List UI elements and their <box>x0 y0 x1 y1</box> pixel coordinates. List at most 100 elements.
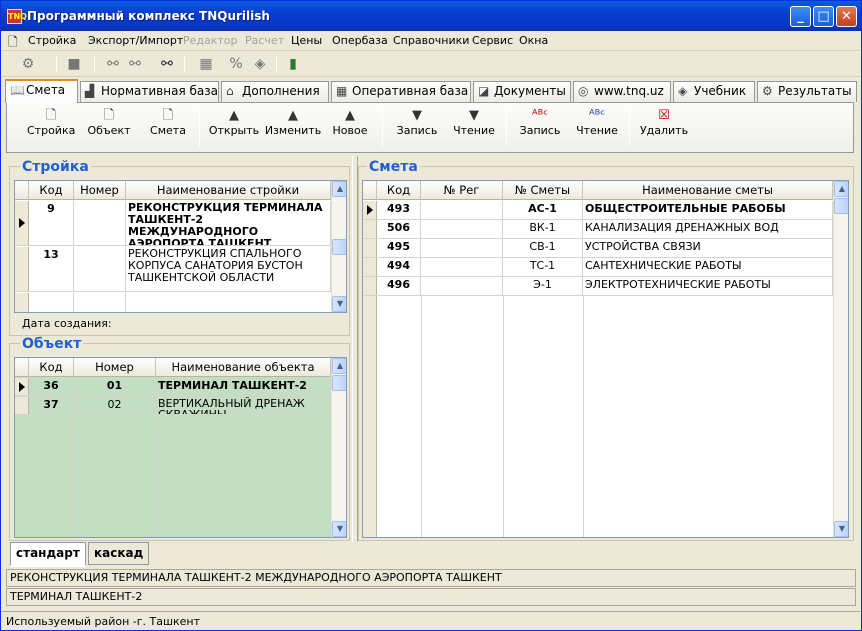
table-row[interactable]: 493 АС-1 ОБЩЕСТРОИТЕЛЬНЫЕ РАБОБЫ <box>363 201 833 220</box>
scroll-down-button[interactable]: ▼ <box>834 521 848 537</box>
tag-icon[interactable]: ◈ <box>252 56 268 72</box>
scroll-thumb[interactable] <box>834 198 848 214</box>
open-icon: ▲ <box>229 108 239 123</box>
table-row[interactable]: 506 ВК-1 КАНАЛИЗАЦИЯ ДРЕНАЖНЫХ ВОД <box>363 220 833 239</box>
new-document-icon: 🗋 <box>162 108 174 123</box>
scroll-up-button[interactable]: ▲ <box>332 181 346 197</box>
tab-cascade[interactable]: каскад <box>88 542 150 565</box>
new-smeta-button[interactable]: 🗋 Смета <box>144 107 192 137</box>
smeta-scrollbar[interactable]: ▲ ▼ <box>833 181 848 537</box>
cell-number <box>74 247 126 291</box>
maximize-button[interactable]: □ <box>813 6 834 27</box>
delete-button[interactable]: ☒ Удалить <box>639 107 689 137</box>
new-document-icon[interactable]: 🗋 <box>8 33 18 54</box>
scroll-down-button[interactable]: ▼ <box>332 296 346 312</box>
ribbon-separator <box>506 109 507 147</box>
column-header-number[interactable]: Номер <box>74 181 126 200</box>
cell-name: ВЕРТИКАЛЬНЫЙ ДРЕНАЖ СКВАЖИНЫ <box>156 397 331 414</box>
object-scrollbar[interactable]: ▲ ▼ <box>331 358 346 537</box>
abc-read-button[interactable]: ᴬᴮᶜ Чтение <box>573 107 621 137</box>
column-header-reg[interactable]: № Рег <box>421 181 503 200</box>
column-header-number[interactable]: Номер <box>74 358 156 377</box>
column-header-code[interactable]: Код <box>377 181 421 200</box>
column-header-code[interactable]: Код <box>29 358 74 377</box>
cell-name: КАНАЛИЗАЦИЯ ДРЕНАЖНЫХ ВОД <box>583 220 833 238</box>
abc-save-button[interactable]: ᴬᴮᶜ Запись <box>516 107 564 137</box>
scroll-thumb[interactable] <box>332 375 346 391</box>
menu-windows[interactable]: Окна <box>519 34 548 47</box>
binoculars-icon[interactable]: ⚯ <box>105 56 121 72</box>
open-button[interactable]: ▲ Открыть <box>207 107 261 137</box>
tab-website[interactable]: ◎ www.tnq.uz <box>573 81 671 102</box>
table-row[interactable]: 36 01 ТЕРМИНАЛ ТАШКЕНТ-2 <box>15 378 331 396</box>
title-bar[interactable]: TNQ Программный комплекс TNQurilish _ □ … <box>1 1 861 31</box>
new-object-button[interactable]: 🗋 Объект <box>85 107 133 137</box>
book-icon: 📖 <box>10 83 25 97</box>
cell-code: 506 <box>377 220 421 238</box>
menu-references[interactable]: Справочники <box>393 34 469 47</box>
stop-icon[interactable]: ■ <box>66 56 82 72</box>
percent-icon[interactable]: % <box>228 56 244 72</box>
menu-service[interactable]: Сервис <box>472 34 513 47</box>
scroll-thumb[interactable] <box>332 239 346 255</box>
stroika-grid: Код Номер Наименование стройки 9 РЕКОНСТ… <box>14 180 347 313</box>
gear-icon: ⚙ <box>762 84 773 98</box>
stroika-scrollbar[interactable]: ▲ ▼ <box>331 181 346 312</box>
cell-reg <box>421 258 503 276</box>
cell-code: 13 <box>29 247 74 291</box>
find-icon[interactable]: ⚯ <box>159 56 175 72</box>
tab-standard[interactable]: стандарт <box>10 542 86 567</box>
abc-save-icon: ᴬᴮᶜ <box>531 108 549 123</box>
settings-icon[interactable]: ⚙ <box>20 56 36 72</box>
menu-operbase[interactable]: Опербаза <box>332 34 388 47</box>
binoculars-next-icon[interactable]: ⚯ <box>127 56 143 72</box>
cell-number: АС-1 <box>503 201 583 219</box>
menu-stroika[interactable]: Стройка <box>28 34 76 47</box>
tab-documents[interactable]: ◪ Документы <box>473 81 571 102</box>
chart-icon: ▟ <box>85 84 95 98</box>
scroll-down-button[interactable]: ▼ <box>332 521 346 537</box>
column-header-name[interactable]: Наименование сметы <box>583 181 833 200</box>
tab-operative-base[interactable]: ▦ Оперативная база <box>331 81 471 102</box>
column-header-number[interactable]: № Сметы <box>503 181 583 200</box>
smeta-title: Смета <box>367 159 420 175</box>
cell-code: 494 <box>377 258 421 276</box>
save-button[interactable]: ▼ Запись <box>393 107 441 137</box>
calculator-icon[interactable]: ▦ <box>198 56 214 72</box>
minimize-button[interactable]: _ <box>790 6 811 27</box>
read-arrow-icon: ▼ <box>469 108 479 123</box>
read-button[interactable]: ▼ Чтение <box>450 107 498 137</box>
cell-name: РЕКОНСТРУКЦИЯ СПАЛЬНОГО КОРПУСА САНАТОРИ… <box>126 247 331 291</box>
table-row[interactable]: 495 СВ-1 УСТРОЙСТВА СВЯЗИ <box>363 239 833 258</box>
cell-number: СВ-1 <box>503 239 583 257</box>
edit-button[interactable]: ▲ Изменить <box>263 107 323 137</box>
scroll-up-button[interactable]: ▲ <box>834 181 848 197</box>
column-header-name[interactable]: Наименование стройки <box>126 181 331 200</box>
row-indicator <box>363 220 377 238</box>
tab-additions[interactable]: ⌂ Дополнения <box>221 81 329 102</box>
close-button[interactable]: ✕ <box>836 6 857 27</box>
ribbon-separator <box>199 109 200 147</box>
menu-export-import[interactable]: Экспорт/Импорт <box>88 34 183 47</box>
exit-icon[interactable]: ▮ <box>285 56 301 72</box>
table-row[interactable]: 37 02 ВЕРТИКАЛЬНЫЙ ДРЕНАЖ СКВАЖИНЫ <box>15 397 331 415</box>
document-chart-icon: ◪ <box>478 84 490 98</box>
table-row[interactable]: 496 Э-1 ЭЛЕКТРОТЕХНИЧЕСКИЕ РАБОТЫ <box>363 277 833 296</box>
cell-name: ЭЛЕКТРОТЕХНИЧЕСКИЕ РАБОТЫ <box>583 277 833 295</box>
table-row[interactable]: 494 ТС-1 САНТЕХНИЧЕСКИЕ РАБОТЫ <box>363 258 833 277</box>
tab-textbook[interactable]: ◈ Учебник <box>673 81 755 102</box>
new-stroika-button[interactable]: 🗋 Стройка <box>27 107 75 137</box>
tab-smeta[interactable]: 📖Смета <box>5 79 78 103</box>
scroll-up-button[interactable]: ▲ <box>332 358 346 374</box>
table-row[interactable]: 13 РЕКОНСТРУКЦИЯ СПАЛЬНОГО КОРПУСА САНАТ… <box>15 247 331 292</box>
column-header-code[interactable]: Код <box>29 181 74 200</box>
tab-normative-base[interactable]: ▟ Нормативная база <box>80 81 219 102</box>
table-row[interactable]: 9 РЕКОНСТРУКЦИЯ ТЕРМИНАЛА ТАШКЕНТ-2 МЕЖД… <box>15 201 331 246</box>
new-document-icon: 🗋 <box>45 108 57 123</box>
column-header-name[interactable]: Наименование объекта <box>156 358 331 377</box>
new-icon: ▲ <box>345 108 355 123</box>
cell-number: 01 <box>74 378 156 395</box>
tab-results[interactable]: ⚙ Результаты <box>757 81 857 102</box>
new-button[interactable]: ▲ Новое <box>327 107 373 137</box>
menu-prices[interactable]: Цены <box>291 34 322 47</box>
